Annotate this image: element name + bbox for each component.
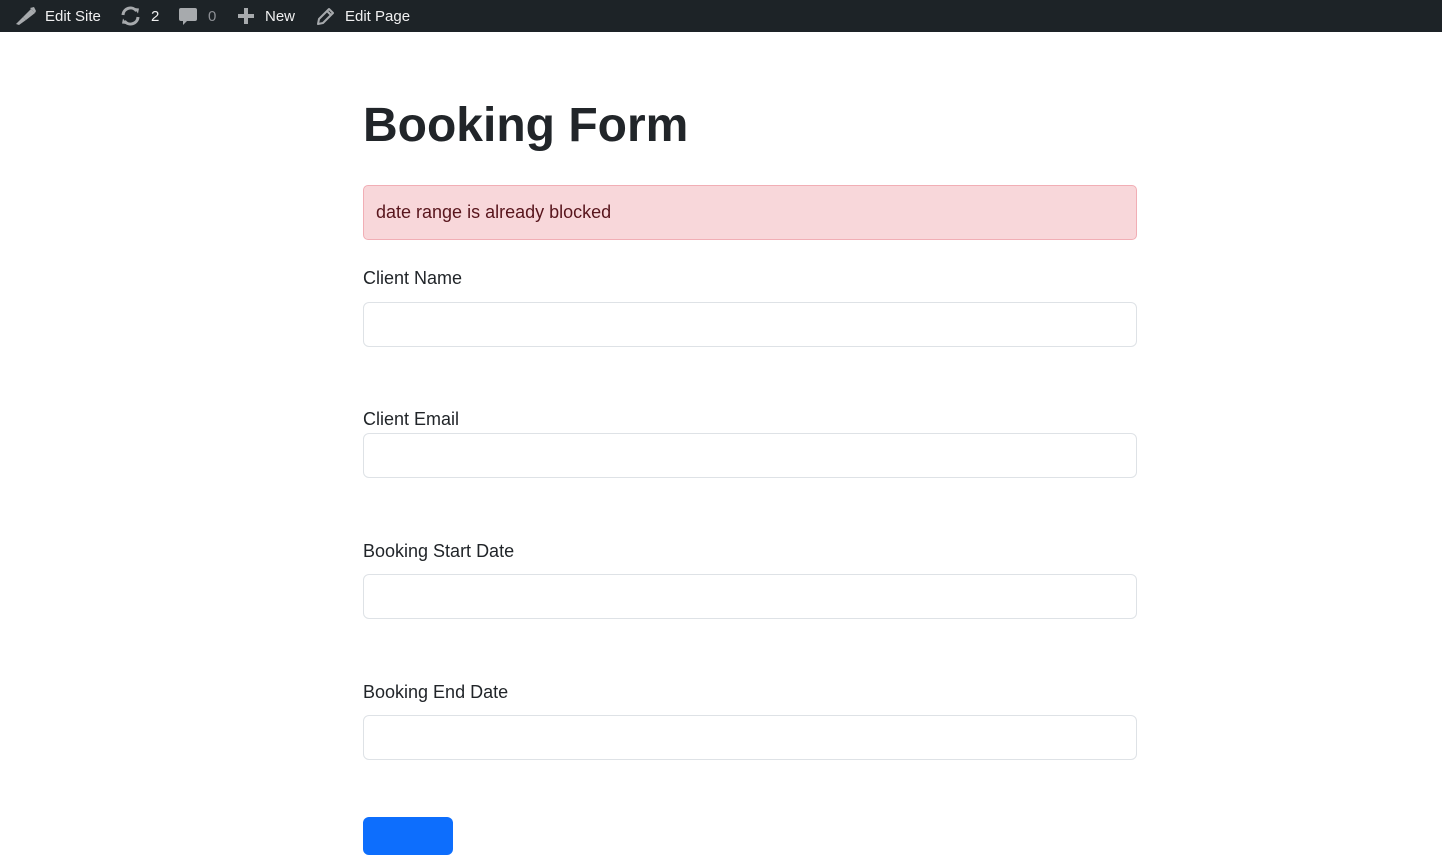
refresh-icon — [120, 6, 141, 26]
comments-link[interactable]: 0 — [179, 0, 216, 32]
edit-page-link[interactable]: Edit Page — [317, 0, 410, 32]
updates-count: 2 — [151, 7, 160, 25]
error-alert: date range is already blocked — [363, 185, 1137, 240]
page-title: Booking Form — [363, 99, 689, 152]
booking-start-date-label: Booking Start Date — [363, 541, 515, 561]
client-email-input[interactable] — [363, 433, 1137, 478]
admin-bar: Edit Site 2 0 New Edit Page — [0, 0, 1442, 32]
comments-count: 0 — [208, 7, 217, 25]
edit-site-label: Edit Site — [45, 7, 101, 25]
client-name-input[interactable] — [363, 302, 1137, 347]
error-alert-message: date range is already blocked — [376, 202, 612, 222]
new-label: New — [265, 7, 296, 25]
comment-bubble-icon — [179, 7, 197, 26]
client-email-label: Client Email — [363, 409, 460, 429]
new-content-link[interactable]: New — [237, 0, 295, 32]
submit-button[interactable] — [363, 817, 453, 855]
booking-end-date-label: Booking End Date — [363, 682, 509, 702]
edit-page-label: Edit Page — [345, 7, 411, 25]
booking-end-date-input[interactable] — [363, 715, 1137, 760]
pencil-icon — [317, 7, 335, 25]
client-name-label: Client Name — [363, 268, 463, 288]
paintbrush-icon — [14, 6, 37, 26]
booking-start-date-input[interactable] — [363, 574, 1137, 619]
edit-site-link[interactable]: Edit Site — [14, 0, 101, 32]
plus-icon — [237, 7, 255, 25]
updates-link[interactable]: 2 — [120, 0, 159, 32]
